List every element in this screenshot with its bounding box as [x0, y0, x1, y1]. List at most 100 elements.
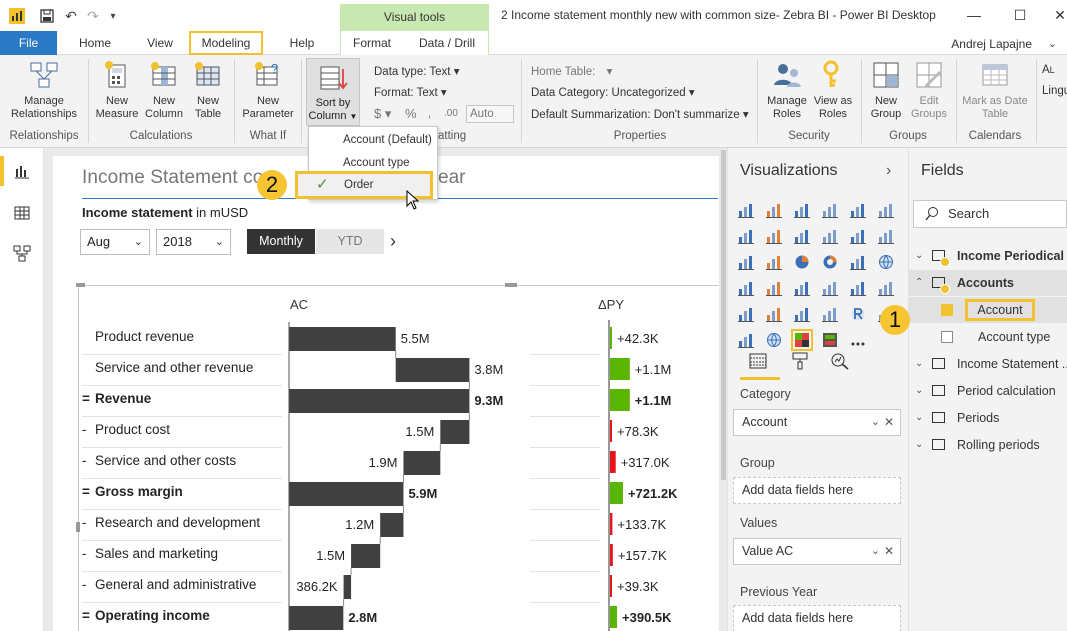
line-clustered-icon[interactable]: [850, 228, 866, 244]
clustered-bar-icon[interactable]: [794, 202, 810, 218]
new-table-button[interactable]: New Table: [187, 59, 229, 121]
edit-groups-button[interactable]: Edit Groups: [907, 59, 951, 121]
tab-home[interactable]: Home: [70, 31, 120, 55]
field-table-row[interactable]: ⌃ Accounts: [908, 270, 1067, 296]
data-category-dropdown[interactable]: Data Category: Uncategorized ▾: [531, 85, 695, 99]
field-checkbox[interactable]: [941, 331, 953, 343]
data-type-dropdown[interactable]: Data type: Text ▾: [374, 64, 459, 78]
donut-icon[interactable]: [822, 254, 838, 270]
field-table-row[interactable]: ⌄ Income Statement ...: [908, 351, 1067, 377]
stacked-bar-icon[interactable]: [738, 202, 754, 218]
zebra-bi-icon[interactable]: [791, 329, 813, 351]
language-icon[interactable]: AL: [1042, 64, 1055, 76]
globe-icon[interactable]: [766, 332, 782, 348]
well-group[interactable]: Add data fields here: [733, 477, 901, 504]
resize-handle[interactable]: [76, 522, 80, 532]
save-icon[interactable]: [38, 7, 56, 25]
stacked-column-icon[interactable]: [766, 202, 782, 218]
tab-data-drill[interactable]: Data / Drill: [411, 31, 483, 55]
format-paint-roller-icon[interactable]: [790, 352, 810, 370]
well-values[interactable]: Value AC ⌄ ✕: [733, 538, 901, 565]
slicer-icon[interactable]: [766, 306, 782, 322]
chevron-down-icon[interactable]: ⌄: [915, 405, 923, 431]
zebra-bi-table-icon[interactable]: [822, 332, 838, 348]
chevron-up-icon[interactable]: ⌃: [915, 270, 923, 296]
new-group-button[interactable]: New Group: [866, 59, 906, 121]
user-name[interactable]: Andrej Lapajne: [951, 37, 1032, 51]
kpi-icon[interactable]: [738, 306, 754, 322]
field-table-row[interactable]: ⌄ Rolling periods: [908, 432, 1067, 458]
home-table-dropdown[interactable]: Home Table: ▾: [531, 64, 612, 78]
year-slicer[interactable]: 2018 ⌄: [156, 229, 231, 255]
multirow-card-icon[interactable]: [878, 280, 894, 296]
filled-map-icon[interactable]: [738, 280, 754, 296]
field-table-row[interactable]: ⌄ Period calculation: [908, 378, 1067, 404]
data-view-icon[interactable]: [12, 203, 32, 223]
scatter-icon[interactable]: [766, 254, 782, 270]
tab-format[interactable]: Format: [345, 31, 399, 55]
new-measure-button[interactable]: New Measure: [94, 59, 140, 121]
tab-view[interactable]: View: [137, 31, 183, 55]
shape-map-icon[interactable]: [766, 280, 782, 296]
analytics-magnifier-icon[interactable]: [830, 352, 850, 370]
chevron-down-icon[interactable]: ⌄: [871, 410, 880, 435]
maximize-icon[interactable]: ☐: [1000, 4, 1040, 26]
new-parameter-button[interactable]: ? New Parameter: [240, 59, 296, 121]
remove-field-icon[interactable]: ✕: [884, 410, 894, 435]
ribbon-chart-icon[interactable]: [878, 228, 894, 244]
remove-field-icon[interactable]: ✕: [884, 539, 894, 564]
model-view-icon[interactable]: [12, 243, 32, 263]
funnel-icon[interactable]: [794, 280, 810, 296]
well-previous-year[interactable]: Add data fields here: [733, 605, 901, 631]
line-column-icon[interactable]: [822, 228, 838, 244]
field-checkbox[interactable]: [941, 304, 953, 316]
canvas-scrollbar-thumb[interactable]: [721, 150, 726, 480]
ytd-toggle[interactable]: YTD: [316, 229, 384, 254]
manage-relationships-button[interactable]: Manage Relationships: [6, 59, 82, 121]
comma-icon[interactable]: ,: [428, 108, 431, 120]
chevron-right-icon[interactable]: ›: [390, 229, 396, 253]
month-slicer[interactable]: Aug ⌄: [80, 229, 150, 255]
percent-bar-icon[interactable]: [850, 202, 866, 218]
resize-handle[interactable]: [505, 283, 517, 287]
gauge-icon[interactable]: [822, 280, 838, 296]
chevron-down-icon[interactable]: ⌄: [915, 243, 923, 269]
table-icon[interactable]: [794, 306, 810, 322]
pie-chart-icon[interactable]: [794, 254, 810, 270]
chevron-right-icon[interactable]: ›: [886, 162, 891, 180]
fields-tab-icon[interactable]: [748, 352, 768, 370]
matrix-icon[interactable]: [822, 306, 838, 322]
redo-icon[interactable]: ↷: [84, 7, 102, 25]
area-chart-icon[interactable]: [766, 228, 782, 244]
ribbon-collapse-icon[interactable]: ⌄: [1048, 37, 1057, 50]
default-summarization-dropdown[interactable]: Default Summarization: Don't summarize ▾: [531, 107, 749, 121]
monthly-toggle[interactable]: Monthly: [247, 229, 315, 254]
tab-modeling[interactable]: Modeling: [189, 31, 263, 55]
custom-visual-icon[interactable]: [738, 332, 754, 348]
more-visuals-icon[interactable]: [850, 332, 866, 348]
format-dropdown[interactable]: Format: Text ▾: [374, 85, 447, 99]
undo-icon[interactable]: ↶: [62, 7, 80, 25]
mark-as-date-table-button[interactable]: Mark as Date Table: [960, 59, 1030, 121]
decimal-places-input[interactable]: Auto: [466, 105, 514, 123]
report-view-icon[interactable]: [12, 161, 32, 181]
sort-by-column-button[interactable]: Sort by Column ▼: [306, 58, 360, 126]
chevron-down-icon[interactable]: ⌄: [915, 351, 923, 377]
field-table-row[interactable]: ⌄ Income Periodical: [908, 243, 1067, 269]
linguistic-schema-button[interactable]: Lingu: [1042, 85, 1067, 97]
tab-help[interactable]: Help: [280, 31, 324, 55]
manage-roles-button[interactable]: Manage Roles: [763, 59, 811, 121]
percent-icon[interactable]: %: [405, 106, 417, 121]
field-table-row[interactable]: ⌄ Periods: [908, 405, 1067, 431]
stacked-area-icon[interactable]: [794, 228, 810, 244]
percent-column-icon[interactable]: [878, 202, 894, 218]
treemap-icon[interactable]: [850, 254, 866, 270]
line-chart-icon[interactable]: [738, 228, 754, 244]
decimal-icon[interactable]: .00: [444, 108, 458, 119]
currency-icon[interactable]: $ ▾: [374, 106, 391, 122]
new-column-button[interactable]: New Column: [142, 59, 186, 121]
r-visual-icon[interactable]: [850, 306, 866, 322]
fields-search-input[interactable]: Search: [913, 200, 1067, 228]
view-as-roles-button[interactable]: View as Roles: [811, 59, 855, 121]
resize-handle[interactable]: [76, 283, 85, 287]
